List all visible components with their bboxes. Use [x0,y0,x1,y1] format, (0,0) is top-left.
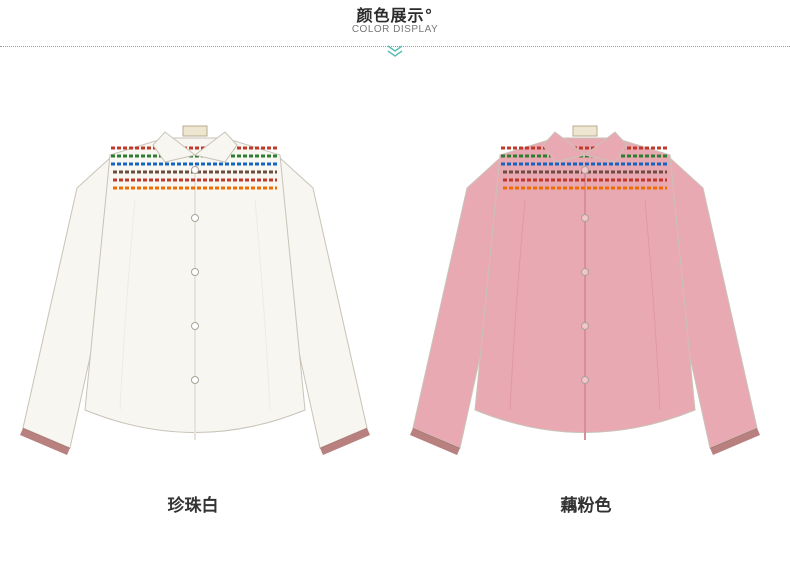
section-header: 颜色展示° COLOR DISPLAY [0,0,790,62]
shirt-image-pink [410,125,760,455]
shirt-image-white [20,125,370,455]
section-title: 颜色展示° [356,6,434,25]
double-chevron-down-icon [387,45,403,57]
color-name-label-white: 珍珠白 [167,496,219,516]
color-name-label-pink: 藕粉色 [560,496,612,516]
section-subtitle: COLOR DISPLAY [351,24,439,35]
